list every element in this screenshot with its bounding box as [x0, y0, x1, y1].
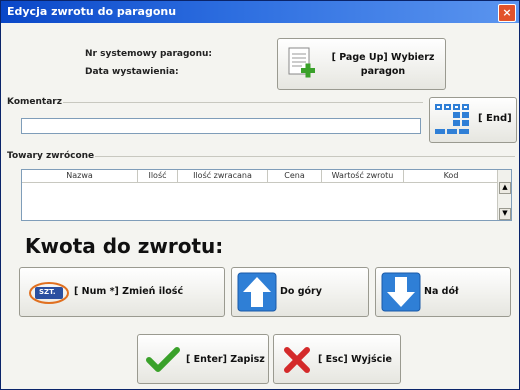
select-receipt-label-2: paragon [360, 66, 406, 77]
scroll-down-icon: ▼ [502, 209, 508, 217]
move-up-label: Do góry [280, 286, 322, 297]
return-dialog: Edycja zwrotu do paragonu × Nr systemowy… [0, 0, 520, 390]
returned-items-group-line [95, 156, 515, 157]
column-header-price[interactable]: Cena [268, 170, 322, 182]
scroll-down-button[interactable]: ▼ [499, 208, 511, 220]
column-header-code[interactable]: Kod [404, 170, 498, 182]
receipt-number-label: Nr systemowy paragonu: [85, 49, 213, 59]
receipt-add-icon [287, 46, 317, 84]
checkmark-icon [146, 347, 180, 373]
table-header: Nazwa Ilość Ilość zwracana Cena Wartość … [22, 170, 498, 183]
scroll-up-button[interactable]: ▲ [499, 182, 511, 194]
column-header-quantity[interactable]: Ilość [138, 170, 178, 182]
column-header-return-value[interactable]: Wartość zwrotu [322, 170, 404, 182]
select-receipt-button[interactable]: [ Page Up] Wybierz paragon [277, 38, 446, 90]
arrow-down-icon [381, 272, 421, 312]
change-quantity-button[interactable]: SZT. [ Num *] Zmień ilość [19, 267, 225, 317]
cross-icon [283, 346, 311, 374]
select-receipt-label-1: [ Page Up] Wybierz [331, 52, 435, 63]
comment-input[interactable] [21, 118, 421, 134]
save-button[interactable]: [ Enter] Zapisz [137, 334, 269, 384]
move-up-button[interactable]: Do góry [231, 267, 369, 317]
returned-items-label: Towary zwrócone [7, 151, 95, 161]
arrow-up-icon [237, 272, 277, 312]
close-button[interactable]: × [498, 4, 516, 22]
scroll-up-icon: ▲ [502, 183, 508, 191]
quantity-badge-text: SZT. [39, 288, 56, 296]
change-quantity-label: [ Num *] Zmień ilość [74, 286, 184, 297]
keyboard-icon [434, 103, 474, 139]
column-header-name[interactable]: Nazwa [22, 170, 138, 182]
quantity-badge-icon: SZT. [28, 281, 70, 305]
close-icon: × [502, 6, 512, 19]
keyboard-button-label: [ End] [478, 113, 512, 124]
save-label: [ Enter] Zapisz [186, 354, 265, 365]
returned-items-table[interactable]: Nazwa Ilość Ilość zwracana Cena Wartość … [21, 169, 512, 221]
move-down-label: Na dół [424, 286, 459, 297]
keyboard-button[interactable]: [ End] [429, 97, 517, 143]
window-title: Edycja zwrotu do paragonu [7, 5, 177, 18]
refund-amount-label: Kwota do zwrotu: [25, 234, 224, 258]
table-scrollbar[interactable]: ▲ ▼ [497, 170, 511, 220]
comment-label: Komentarz [7, 97, 62, 107]
column-header-return-quantity[interactable]: Ilość zwracana [178, 170, 268, 182]
title-bar[interactable]: Edycja zwrotu do paragonu × [1, 1, 519, 23]
comment-group-line [63, 102, 423, 103]
exit-button[interactable]: [ Esc] Wyjście [273, 334, 401, 384]
exit-label: [ Esc] Wyjście [318, 354, 392, 365]
move-down-button[interactable]: Na dół [375, 267, 511, 317]
issue-date-label: Data wystawienia: [85, 67, 179, 77]
